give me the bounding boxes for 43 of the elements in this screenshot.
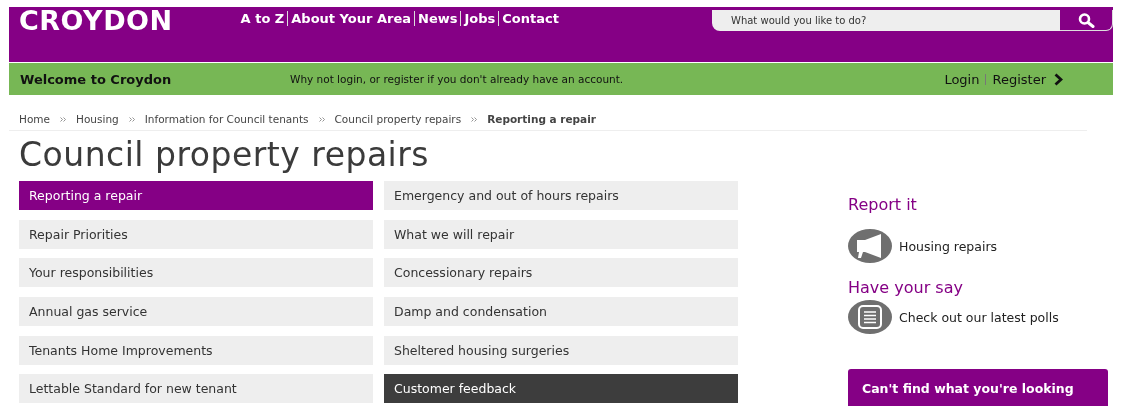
menu-item[interactable]: Repair Priorities	[19, 219, 373, 249]
menu-item[interactable]: Your responsibilities	[19, 258, 373, 288]
page-title: Council property repairs	[19, 135, 431, 175]
search-field[interactable]: What would you like to do?	[712, 10, 1060, 31]
sidebar-link[interactable]: Check out our latest polls	[848, 299, 1108, 335]
nav-link[interactable]: News	[414, 11, 458, 26]
menu-item[interactable]: Damp and condensation	[384, 297, 738, 326]
nav-link[interactable]: A to Z	[240, 11, 285, 26]
menu-item[interactable]: Sheltered housing surgeries	[384, 335, 738, 365]
double-chevron-icon	[471, 116, 478, 122]
nav-link[interactable]: Jobs	[460, 11, 496, 26]
megaphone-icon	[848, 228, 892, 264]
menu-item[interactable]: Annual gas service	[19, 297, 373, 326]
menu-item[interactable]: Emergency and out of hours repairs	[384, 181, 738, 210]
double-chevron-icon	[318, 116, 325, 122]
login-prompt: Why not login, or register if you don't already have an account.	[290, 73, 624, 85]
menu-item[interactable]: Concessionary repairs	[384, 258, 738, 288]
croydon-logo[interactable]: CROYDON	[19, 7, 173, 35]
menu-item[interactable]: What we will repair	[384, 219, 738, 249]
menu-item[interactable]: Reporting a repair	[19, 181, 373, 210]
search-button[interactable]	[1060, 10, 1113, 31]
search-icon	[1077, 12, 1095, 28]
help-button[interactable]: Can't find what you're looking	[848, 369, 1108, 406]
chevron-icon	[1054, 72, 1063, 86]
breadcrumb-link[interactable]: Council property repairs	[334, 113, 462, 125]
nav-link[interactable]: About Your Area	[287, 11, 411, 26]
breadcrumb-link[interactable]: Reporting a repair	[487, 113, 596, 125]
welcome-title: Welcome to Croydon	[20, 71, 173, 87]
list-icon	[848, 299, 892, 335]
nav-link[interactable]: Contact	[498, 11, 559, 26]
breadcrumb-link[interactable]: Housing	[76, 113, 119, 125]
account-link[interactable]: Register	[985, 73, 1046, 85]
sidebar-link[interactable]: Housing repairs	[848, 228, 1108, 264]
section-heading: Have your say	[848, 278, 964, 297]
menu-item[interactable]: Tenants Home Improvements	[19, 335, 373, 365]
menu-item[interactable]: Lettable Standard for new tenant	[19, 374, 373, 404]
double-chevron-icon	[60, 116, 66, 122]
breadcrumb-link[interactable]: Information for Council tenants	[144, 113, 309, 125]
menu-item[interactable]: Customer feedback	[384, 374, 738, 404]
breadcrumb-link[interactable]: Home	[19, 113, 50, 125]
account-link[interactable]: Login	[944, 71, 980, 87]
section-heading: Report it	[848, 195, 918, 214]
double-chevron-icon	[128, 116, 135, 122]
